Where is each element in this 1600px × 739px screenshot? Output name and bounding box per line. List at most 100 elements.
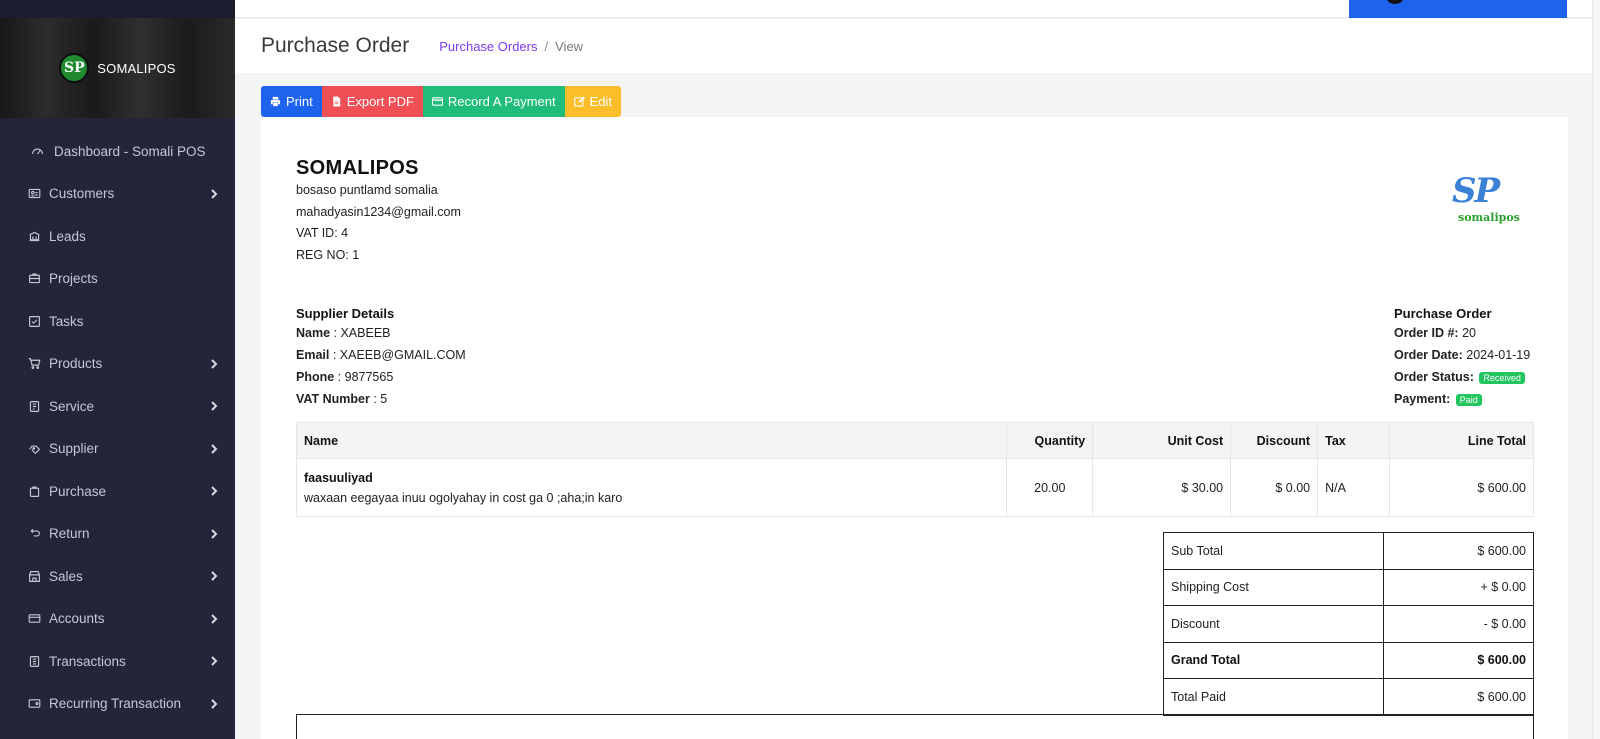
subtotal-label: Sub Total: [1163, 532, 1384, 570]
avatar: [1385, 0, 1405, 4]
chevron-right-icon: [211, 571, 218, 581]
chevron-right-icon: [211, 189, 218, 199]
sidebar-item-leads[interactable]: Leads: [0, 215, 235, 258]
supplier-name: Name : XABEEB: [296, 326, 391, 340]
top-bar: [235, 0, 1600, 18]
supplier-details-title: Supplier Details: [296, 306, 395, 321]
sidebar-item-label: Recurring Transaction: [49, 696, 182, 712]
return-icon: [27, 527, 41, 541]
sidebar-item-label: Projects: [49, 271, 98, 287]
sidebar-item-projects[interactable]: Projects: [0, 258, 235, 301]
col-discount: Discount: [1230, 422, 1319, 459]
order-payment: Payment: Paid: [1394, 392, 1482, 406]
export-pdf-button[interactable]: Export PDF: [321, 86, 423, 117]
items-table-header: Name Quantity Unit Cost Discount Tax Lin…: [295, 422, 1534, 459]
shipping-row: Shipping Cost + $ 0.00: [1163, 568, 1534, 606]
breadcrumb-separator: /: [544, 38, 549, 54]
total-paid-row: Total Paid $ 600.00: [1163, 678, 1534, 716]
page-header: Purchase Order Purchase Orders / View: [235, 19, 1592, 73]
print-button[interactable]: Print: [261, 86, 322, 117]
brand-logo: SP: [59, 53, 90, 83]
supplier-name-value: XABEEB: [340, 326, 391, 340]
total-paid-value: $ 600.00: [1383, 678, 1534, 716]
chevron-right-icon: [211, 359, 218, 369]
supplier-phone-label: Phone: [296, 370, 335, 384]
supplier-vat: VAT Number : 5: [296, 392, 388, 406]
sidebar-item-transactions[interactable]: Transactions: [0, 640, 235, 683]
breadcrumb-purchase-orders[interactable]: Purchase Orders: [439, 39, 537, 54]
col-name: Name: [295, 422, 1008, 459]
sidebar: SP SOMALIPOS Dashboard - Somali POS Cust…: [0, 0, 235, 739]
payment-badge: Paid: [1455, 393, 1482, 406]
pdf-file-icon: [333, 96, 340, 107]
sidebar-item-accounts[interactable]: Accounts: [0, 598, 235, 641]
sales-icon: [27, 569, 41, 583]
edit-icon: [573, 96, 585, 107]
user-menu-button[interactable]: [1349, 0, 1567, 18]
company-reg: REG NO: 1: [296, 248, 360, 262]
company-logo-letters: SP: [1452, 171, 1500, 211]
sidebar-item-label: Products: [49, 356, 103, 372]
item-tax: N/A: [1317, 458, 1391, 517]
supplier-phone: Phone : 9877565: [296, 370, 394, 384]
item-line-total: $ 600.00: [1389, 458, 1534, 517]
chevron-right-icon: [211, 529, 218, 539]
status-badge: Received: [1479, 371, 1525, 384]
sidebar-item-tasks[interactable]: Tasks: [0, 300, 235, 343]
order-payment-label: Payment:: [1394, 392, 1451, 406]
subtotal-row: Sub Total $ 600.00: [1163, 532, 1534, 570]
sidebar-item-sales[interactable]: Sales: [0, 555, 235, 598]
grand-total-value: $ 600.00: [1383, 641, 1534, 679]
sidebar-item-return[interactable]: Return: [0, 513, 235, 556]
supplier-email-value: XAEEB@GMAIL.COM: [339, 348, 466, 362]
item-quantity: 20.00: [1006, 458, 1094, 517]
print-label: Print: [286, 94, 313, 109]
sidebar-item-label: Accounts: [49, 611, 105, 627]
breadcrumb-current: View: [555, 38, 584, 54]
sidebar-item-customers[interactable]: Customers: [0, 173, 235, 216]
sidebar-item-recurring-transaction[interactable]: Recurring Transaction: [0, 683, 235, 726]
sidebar-item-dashboard[interactable]: Dashboard - Somali POS: [0, 130, 235, 173]
leads-icon: [27, 229, 41, 243]
total-paid-label: Total Paid: [1163, 678, 1384, 716]
record-payment-button[interactable]: Record A Payment: [422, 86, 565, 117]
supplier-vat-label: VAT Number: [296, 392, 370, 406]
grand-total-label: Grand Total: [1163, 641, 1384, 679]
sidebar-item-label: Sales: [49, 568, 83, 584]
col-line-total: Line Total: [1389, 422, 1534, 459]
subtotal-value: $ 600.00: [1383, 532, 1534, 570]
printer-icon: [270, 96, 281, 107]
dashboard-icon: [30, 144, 44, 158]
item-discount: $ 0.00: [1230, 458, 1319, 517]
company-address: bosaso puntlamd somalia: [296, 183, 438, 197]
item-unit-cost: $ 30.00: [1092, 458, 1232, 517]
sidebar-item-label: Leads: [49, 228, 86, 244]
order-id: Order ID #: 20: [1394, 326, 1476, 340]
order-date-value: 2024-01-19: [1466, 348, 1531, 362]
customers-icon: [27, 187, 41, 201]
page-title: Purchase Order: [261, 34, 410, 57]
order-date-label: Order Date:: [1394, 348, 1463, 362]
chevron-right-icon: [211, 444, 218, 454]
company-email: mahadyasin1234@gmail.com: [296, 205, 461, 219]
sidebar-item-supplier[interactable]: Supplier: [0, 428, 235, 471]
sidebar-item-service[interactable]: Service: [0, 385, 235, 428]
sidebar-item-products[interactable]: Products: [0, 343, 235, 386]
sidebar-item-label: Tasks: [49, 313, 84, 329]
supplier-email: Email : XAEEB@GMAIL.COM: [296, 348, 466, 362]
item-description: waxaan eegayaa inuu ogolyahay in cost ga…: [304, 490, 623, 505]
brand[interactable]: SP SOMALIPOS: [0, 18, 235, 118]
chevron-right-icon: [211, 656, 218, 666]
sidebar-item-label: Transactions: [49, 653, 126, 669]
edit-button[interactable]: Edit: [564, 86, 621, 117]
order-date: Order Date: 2024-01-19: [1394, 348, 1530, 362]
item-name-cell: faasuuliyad waxaan eegayaa inuu ogolyaha…: [295, 458, 1008, 517]
page-scrollbar[interactable]: [1592, 0, 1600, 739]
sidebar-item-label: Service: [49, 398, 95, 414]
purchase-icon: [27, 484, 41, 498]
company-logo: SP somalipos: [1448, 171, 1520, 229]
supplier-vat-value: 5: [380, 392, 388, 406]
discount-row: Discount - $ 0.00: [1163, 605, 1534, 643]
edit-label: Edit: [589, 94, 612, 109]
sidebar-item-purchase[interactable]: Purchase: [0, 470, 235, 513]
